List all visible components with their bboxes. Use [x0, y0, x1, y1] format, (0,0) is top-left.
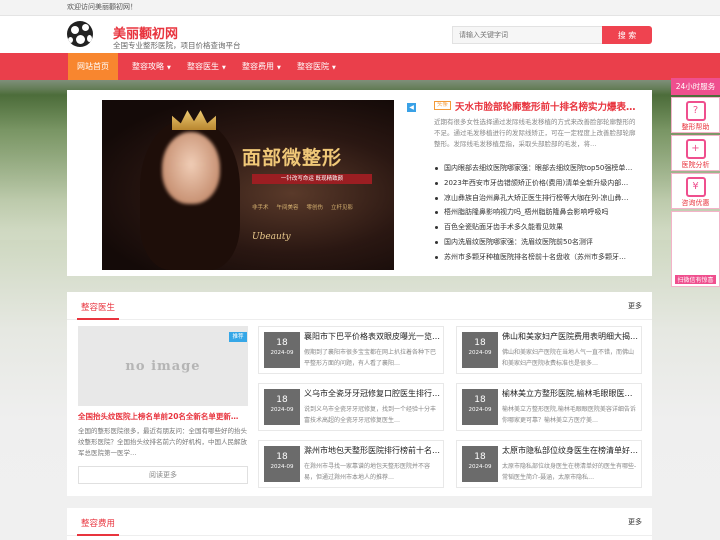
- more-link[interactable]: 更多: [628, 517, 642, 527]
- nav-item-hospitals[interactable]: 整容医院 ▼: [288, 53, 345, 80]
- slide-next-arrow-icon[interactable]: ◀: [407, 103, 416, 112]
- article-card[interactable]: 18 2024-09 襄阳市下巴平价格表双眼皮曝光一览… 假期到了襄阳市很多宝宝都…: [258, 326, 444, 374]
- caret-down-icon: ▼: [277, 65, 281, 71]
- wechat-qr[interactable]: 扫微信有惊喜: [671, 211, 720, 287]
- nav-item-doctors[interactable]: 整容医生 ▼: [178, 53, 235, 80]
- crown-icon: [172, 110, 216, 130]
- banner-subtitle: 一针改写命运 既现精致颜: [252, 174, 372, 184]
- featured-desc: 全国的整形医院很多，最近有朋友问：全国有哪些好的抬头纹整形医院？全国抬头纹排名前…: [78, 427, 247, 457]
- featured-image[interactable]: no image: [78, 326, 248, 406]
- list-item[interactable]: 凉山彝族自治州鼻孔大矫正医生排行榜等大咖在列-凉山彝…: [434, 191, 642, 206]
- main-nav: 网站首页 整容攻略 ▼ 整容医生 ▼ 整容费用 ▼ 整容医院 ▼: [0, 53, 720, 80]
- banner-features: 非手术 午间美容 零创伤 立杆见影: [252, 205, 354, 211]
- article-card[interactable]: 18 2024-09 佛山和美家妇产医院费用表明细大揭… 佛山和美家妇产医院在当地…: [456, 326, 642, 374]
- caret-down-icon: ▼: [332, 65, 336, 71]
- date-badge: 18 2024-09: [462, 446, 498, 482]
- soccer-ball-logo-icon[interactable]: [67, 21, 93, 47]
- article-card[interactable]: 18 2024-09 滁州市地包天整形医院排行榜前十名… 在滁州市寻找一家靠谱的地…: [258, 440, 444, 488]
- section-title[interactable]: 整容费用: [81, 517, 115, 529]
- card-title[interactable]: 襄阳市下巴平价格表双眼皮曝光一览…: [304, 331, 440, 342]
- sidebar-item-consult-discount[interactable]: ¥ 咨询优惠: [671, 173, 720, 209]
- card-title[interactable]: 太原市隐私部位纹身医生在榜清单好…: [502, 445, 638, 456]
- topbar: 欢迎访问美丽颧初网！: [0, 0, 720, 16]
- hospital-icon: +: [685, 139, 706, 159]
- section-title[interactable]: 整容医生: [81, 301, 115, 313]
- card-desc: 说到义乌市全瓷牙牙冠修复，找到一个经验十分丰富技术高超的全瓷牙牙冠修复医生…: [304, 406, 437, 424]
- search-input[interactable]: [452, 26, 604, 44]
- recommend-badge: 推荐: [229, 332, 247, 342]
- card-title[interactable]: 义乌市全瓷牙牙冠修复口腔医生排行…: [304, 388, 440, 399]
- date-badge: 18 2024-09: [264, 446, 300, 482]
- card-desc: 榆林美立方整形医院,榆林毛眼眼医院美容详细告诉你哪家更可靠？榆林美立方医疗美…: [502, 406, 636, 424]
- floating-sidebar: 24小时服务 ? 整形帮助 + 医院分析 ¥ 咨询优惠 扫微信有惊喜: [671, 78, 720, 287]
- list-item[interactable]: 苏州市多颗牙种植医院排名榜前十名盘收（苏州市多颗牙…: [434, 250, 642, 265]
- search-button[interactable]: 搜 索: [602, 26, 652, 44]
- date-badge: 18 2024-09: [462, 389, 498, 425]
- article-card[interactable]: 18 2024-09 榆林美立方整形医院,榆林毛眼眼医… 榆林美立方整形医院,榆林…: [456, 383, 642, 431]
- card-title[interactable]: 滁州市地包天整形医院排行榜前十名…: [304, 445, 440, 456]
- article-card[interactable]: 18 2024-09 太原市隐私部位纹身医生在榜清单好… 太原市隐私部位纹身医生在…: [456, 440, 642, 488]
- qr-code-icon: [675, 215, 716, 273]
- model-face: [162, 132, 220, 204]
- list-item[interactable]: 2023年西安市牙齿错颌矫正价格(费用)清单全新升级内部…: [434, 176, 642, 191]
- caret-down-icon: ▼: [167, 65, 171, 71]
- nav-item-guides[interactable]: 整容攻略 ▼: [123, 53, 180, 80]
- headline-list: 国内眼部去细纹医院哪家强：眼部去细纹医院top50强榜单… 2023年西安市牙齿…: [434, 161, 642, 265]
- sidebar-item-help[interactable]: ? 整形帮助: [671, 97, 720, 133]
- headline-title[interactable]: 天水市脸部轮廓整形前十排名榜实力爆表（…: [455, 99, 640, 113]
- service-hours-badge: 24小时服务: [671, 78, 720, 95]
- hero-banner[interactable]: 面部微整形 一针改写命运 既现精致颜 非手术 午间美容 零创伤 立杆见影 Ubeaut…: [102, 100, 394, 270]
- more-link[interactable]: 更多: [628, 301, 642, 311]
- featured-title[interactable]: 全国抬头纹医院上榜名单前20名全新名单更新…: [78, 411, 248, 422]
- caret-down-icon: ▼: [222, 65, 226, 71]
- nav-item-home[interactable]: 网站首页: [68, 53, 118, 80]
- nav-item-fees[interactable]: 整容费用 ▼: [233, 53, 290, 80]
- list-item[interactable]: 梧州脂肪隆鼻影响视力吗_梧州脂肪隆鼻会影响呼吸吗: [434, 205, 642, 220]
- list-item[interactable]: 百色全瓷贴面牙齿手术多久能看见效果: [434, 220, 642, 235]
- card-desc: 在滁州市寻找一家靠谱的地包天整形医院并不容易，但通过滁州市本地人的推荐…: [304, 463, 431, 481]
- welcome-text: 欢迎访问美丽颧初网！: [67, 3, 137, 11]
- help-icon: ?: [685, 101, 706, 121]
- date-badge: 18 2024-09: [264, 389, 300, 425]
- list-item[interactable]: 国内眼部去细纹医院哪家强：眼部去细纹医院top50强榜单…: [434, 161, 642, 176]
- chat-icon: ¥: [685, 177, 706, 197]
- section-header-doctors: 整容医生 更多: [67, 292, 652, 320]
- card-desc: 太原市隐私部位纹身医生在榜清单好的医生有哪些-常韬医生简介-聂涵，太原市隐私…: [502, 463, 637, 481]
- card-desc: 佛山和美家妇产医院在当地人气一直不错，而佛山和美家妇产医院收费标准也是很多…: [502, 349, 635, 367]
- card-desc: 假期到了襄阳市很多宝宝都在网上扒拉着各种下巴平整形方面的问题，有人看了襄阳…: [304, 349, 437, 367]
- card-title[interactable]: 佛山和美家妇产医院费用表明细大揭…: [502, 331, 638, 342]
- date-badge: 18 2024-09: [264, 332, 300, 368]
- headline-tag: 头条: [434, 101, 452, 110]
- banner-brand: Ubeauty: [252, 232, 291, 242]
- section-header-fees: 整容费用 更多: [67, 508, 652, 536]
- date-badge: 18 2024-09: [462, 332, 498, 368]
- article-card[interactable]: 18 2024-09 义乌市全瓷牙牙冠修复口腔医生排行… 说到义乌市全瓷牙牙冠修复…: [258, 383, 444, 431]
- headline-desc: 近期有很多女性选择通过发际线毛发移植的方式来改善脸部轮廓整形的不足。通过毛发移植…: [434, 118, 636, 148]
- card-title[interactable]: 榆林美立方整形医院,榆林毛眼眼医…: [502, 388, 638, 399]
- qr-caption: 扫微信有惊喜: [675, 275, 716, 284]
- list-item[interactable]: 国内洗眉纹医院哪家强：洗眉纹医院前50名测评: [434, 235, 642, 250]
- site-tagline: 全国专业整形医院，项目价格查询平台: [113, 41, 241, 50]
- read-more-button[interactable]: 阅读更多: [78, 466, 248, 484]
- sidebar-item-hospital-analysis[interactable]: + 医院分析: [671, 135, 720, 171]
- search-bar: 搜 索: [452, 26, 652, 44]
- banner-title: 面部微整形: [242, 147, 343, 169]
